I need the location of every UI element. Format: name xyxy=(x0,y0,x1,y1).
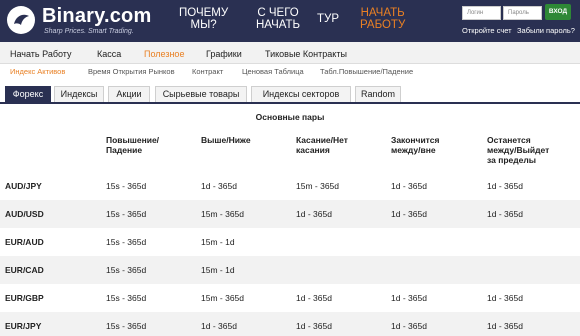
submenu-rise-fall-table[interactable]: Табл.Повышение/Падение xyxy=(320,67,413,76)
tab-forex[interactable]: Форекс xyxy=(5,86,51,102)
table-cell: 15s - 365d xyxy=(106,181,147,191)
row-symbol: AUD/USD xyxy=(5,209,44,219)
nav-why-us[interactable]: ПОЧЕМУ МЫ? xyxy=(179,7,228,31)
table-cell: 1d - 365d xyxy=(487,181,523,191)
nav-tour[interactable]: ТУР xyxy=(317,13,339,25)
table-cell: 1d - 365d xyxy=(201,321,237,331)
row-symbol: EUR/CAD xyxy=(5,265,44,275)
table-cell: 1d - 365d xyxy=(487,209,523,219)
row-symbol: EUR/GBP xyxy=(5,293,44,303)
col-head-ends-between-outside: Закончится между/вне xyxy=(391,135,440,155)
table-cell: 1d - 365d xyxy=(296,293,332,303)
main-menu: Начать Работу Касса Полезное Графики Тик… xyxy=(0,42,580,64)
table-cell: 1d - 365d xyxy=(201,181,237,191)
table-cell: 15m - 1d xyxy=(201,237,235,247)
submenu-asset-index[interactable]: Индекс Активов xyxy=(10,67,65,76)
table-cell: 1d - 365d xyxy=(391,181,427,191)
table-cell: 15s - 365d xyxy=(106,293,147,303)
table-cell: 15s - 365d xyxy=(106,209,147,219)
table-cell: 1d - 365d xyxy=(487,321,523,331)
table-cell: 15m - 1d xyxy=(201,265,235,275)
col-head-touch-no-touch: Касание/Нет касания xyxy=(296,135,348,155)
table-row: AUD/USD 15s - 365d 15m - 365d 1d - 365d … xyxy=(0,200,580,228)
submenu-pricing-table[interactable]: Ценовая Таблица xyxy=(242,67,304,76)
nav-start-trading[interactable]: НАЧАТЬ РАБОТУ xyxy=(360,7,405,31)
login-input[interactable]: Логин xyxy=(462,6,501,20)
table-cell: 15s - 365d xyxy=(106,237,147,247)
section-title: Основные пары xyxy=(255,112,325,122)
menu-charts[interactable]: Графики xyxy=(206,49,242,59)
table-cell: 1d - 365d xyxy=(391,209,427,219)
tab-random[interactable]: Random xyxy=(355,86,401,102)
menu-tick-contracts[interactable]: Тиковые Контракты xyxy=(265,49,347,59)
logo[interactable]: Binary.com Sharp Prices. Smart Trading. xyxy=(6,4,156,38)
logo-tagline: Sharp Prices. Smart Trading. xyxy=(44,28,134,35)
tab-stocks[interactable]: Акции xyxy=(108,86,150,102)
site-header: Binary.com Sharp Prices. Smart Trading. … xyxy=(0,0,580,42)
table-row: AUD/JPY 15s - 365d 1d - 365d 15m - 365d … xyxy=(0,172,580,200)
row-symbol: EUR/JPY xyxy=(5,321,42,331)
table-row: EUR/AUD 15s - 365d 15m - 1d xyxy=(0,228,580,256)
col-head-higher-lower: Выше/Ниже xyxy=(201,135,251,145)
col-head-rise-fall: Повышение/ Падение xyxy=(106,135,160,155)
market-tabs: Форекс Индексы Акции Сырьевые товары Инд… xyxy=(0,84,580,104)
col-head-stays-between-goes-outside: Останется между/Выйдет за пределы xyxy=(487,135,550,165)
logo-name: Binary.com xyxy=(42,5,152,27)
table-cell: 15s - 365d xyxy=(106,321,147,331)
table-cell: 1d - 365d xyxy=(296,321,332,331)
nav-getting-started[interactable]: С ЧЕГО НАЧАТЬ xyxy=(256,7,300,31)
tab-sector-indices[interactable]: Индексы секторов xyxy=(251,86,351,102)
table-cell: 15m - 365d xyxy=(201,293,244,303)
table-cell: 1d - 365d xyxy=(391,321,427,331)
asset-index-table: Основные пары Повышение/ Падение Выше/Ни… xyxy=(0,104,580,336)
table-row: EUR/CAD 15s - 365d 15m - 1d xyxy=(0,256,580,284)
table-cell: 15m - 365d xyxy=(201,209,244,219)
menu-resources[interactable]: Полезное xyxy=(144,49,184,59)
row-symbol: AUD/JPY xyxy=(5,181,42,191)
table-cell: 1d - 365d xyxy=(296,209,332,219)
table-cell: 15s - 365d xyxy=(106,265,147,275)
table-cell: 1d - 365d xyxy=(391,293,427,303)
open-account-link[interactable]: Откройте счет xyxy=(462,26,512,35)
password-input[interactable]: Пароль xyxy=(503,6,542,20)
submenu-trading-times[interactable]: Время Открытия Рынков xyxy=(88,67,175,76)
tab-commodities[interactable]: Сырьевые товары xyxy=(155,86,247,102)
table-cell: 1d - 365d xyxy=(487,293,523,303)
table-row: EUR/GBP 15s - 365d 15m - 365d 1d - 365d … xyxy=(0,284,580,312)
login-button[interactable]: ВХОД xyxy=(545,4,571,20)
row-symbol: EUR/AUD xyxy=(5,237,44,247)
tab-indices[interactable]: Индексы xyxy=(54,86,104,102)
menu-start-trading[interactable]: Начать Работу xyxy=(10,49,72,59)
table-cell: 15m - 365d xyxy=(296,181,339,191)
forgot-password-link[interactable]: Забыли пароль? xyxy=(517,26,575,35)
table-row: EUR/JPY 15s - 365d 1d - 365d 1d - 365d 1… xyxy=(0,312,580,336)
logo-icon xyxy=(7,6,35,34)
submenu-contract[interactable]: Контракт xyxy=(192,67,223,76)
submenu: Индекс Активов Время Открытия Рынков Кон… xyxy=(0,64,580,80)
menu-cashier[interactable]: Касса xyxy=(97,49,121,59)
